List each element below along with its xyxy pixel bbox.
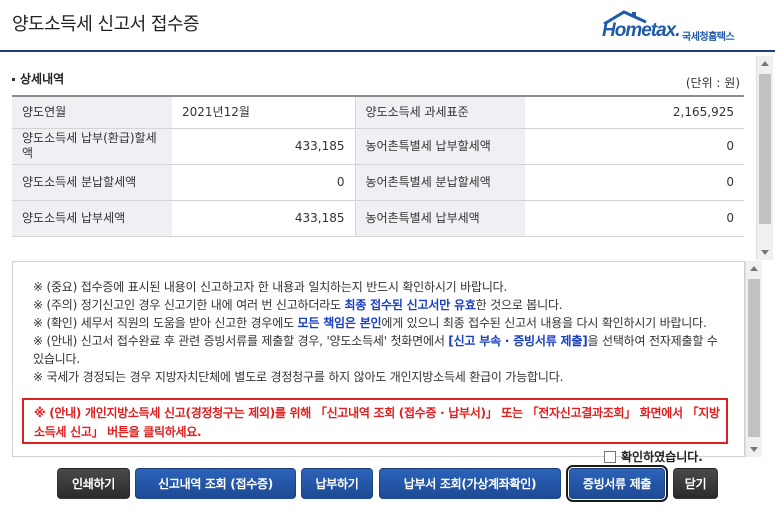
confirm-label: 확인하였습니다.	[621, 450, 703, 464]
row-value: 2,165,925	[525, 95, 744, 129]
scroll-up-icon[interactable]	[761, 61, 769, 66]
notice-item: ※ (안내) 신고서 접수완료 후 관련 증빙서류를 제출할 경우, '양도소득…	[33, 332, 723, 368]
table-row: 양도소득세 납부세액 433,185 농어촌특별세 납부세액 0	[12, 199, 744, 237]
row-label: 양도연월	[12, 95, 172, 129]
notice-item: ※ (중요) 접수증에 표시된 내용이 신고하고자 한 내용과 일치하는지 반드…	[33, 280, 508, 294]
hometax-logo: Hometax. 국세청홈택스	[600, 10, 750, 44]
evidence-submit-button[interactable]: 증빙서류 제출	[566, 465, 668, 502]
row-label: 양도소득세 과세표준	[354, 95, 525, 129]
table-row: 양도연월 2021년12월 양도소득세 과세표준 2,165,925	[12, 95, 744, 129]
scroll-thumb[interactable]	[759, 74, 771, 224]
row-label: 양도소득세 분납할세액	[12, 163, 172, 201]
unit-label: (단위 : 원)	[685, 76, 740, 90]
row-label: 농어촌특별세 납부할세액	[354, 127, 525, 165]
notice-scrollbar[interactable]	[745, 261, 762, 457]
notice-item: ※ (확인) 세무서 직원의 도움을 받아 신고한 경우에도 모든 책임은 본인…	[33, 314, 723, 332]
row-value: 0	[525, 127, 744, 165]
notice-text: ※ (주의) 정기신고인 경우 신고기한 내에 여러 번 신고하더라도	[33, 298, 345, 312]
notice-text: ※ (확인) 세무서 직원의 도움을 받아 신고한 경우에도	[33, 316, 298, 330]
row-value: 0	[525, 199, 744, 237]
detail-table: 양도연월 2021년12월 양도소득세 과세표준 2,165,925 양도소득세…	[12, 95, 744, 237]
row-value: 433,185	[172, 199, 355, 237]
notice-text: ※ (안내) 신고서 접수완료 후 관련 증빙서류를 제출할 경우, '양도소득…	[33, 334, 449, 348]
row-label: 농어촌특별세 분납할세액	[354, 163, 525, 201]
notice-emphasis: 최종 접수된 신고서만 유효	[344, 298, 476, 312]
checkbox-icon[interactable]	[604, 451, 616, 463]
notice-item: ※ 국세가 경정되는 경우 지방자치단체에 별도로 경정청구를 하지 않아도 개…	[33, 370, 564, 384]
detail-scrollbar[interactable]	[756, 56, 773, 260]
section-title: 상세내역	[12, 70, 64, 87]
confirm-checkbox[interactable]: 확인하였습니다.	[604, 448, 703, 465]
scroll-down-icon[interactable]	[761, 250, 769, 255]
scroll-down-icon[interactable]	[750, 447, 758, 452]
row-value: 0	[525, 163, 744, 201]
scroll-up-icon[interactable]	[750, 266, 758, 271]
logo-org: 국세청홈택스	[682, 32, 735, 43]
pay-button[interactable]: 납부하기	[301, 468, 373, 499]
local-tax-notice: ※ (안내) 개인지방소득세 신고(경정청구는 제외)를 위해 「신고내역 조회…	[22, 398, 728, 444]
notice-emphasis: [신고 부속 · 증빙서류 제출]	[448, 334, 588, 348]
header: 양도소득세 신고서 접수증 Hometax. 국세청홈택스	[0, 0, 775, 50]
action-bar: 인쇄하기 신고내역 조회 (접수증) 납부하기 납부서 조회(가상계좌확인) 증…	[0, 465, 775, 502]
bill-button[interactable]: 납부서 조회(가상계좌확인)	[379, 468, 561, 499]
notice-item: ※ (주의) 정기신고인 경우 신고기한 내에 여러 번 신고하더라도 최종 접…	[33, 296, 723, 314]
notice-text: 에게 있으니 최종 접수된 신고서 내용을 다시 확인하시기 바랍니다.	[381, 316, 707, 330]
bullet-icon	[12, 78, 15, 81]
row-label: 양도소득세 납부세액	[12, 199, 172, 237]
row-value: 2021년12월	[172, 95, 355, 129]
print-button[interactable]: 인쇄하기	[57, 468, 130, 499]
page-title: 양도소득세 신고서 접수증	[12, 14, 200, 35]
notice-text: 한 것으로 봅니다.	[475, 298, 563, 312]
table-row: 양도소득세 납부(환급)할세액 433,185 농어촌특별세 납부할세액 0	[12, 127, 744, 165]
history-button[interactable]: 신고내역 조회 (접수증)	[135, 468, 296, 499]
scroll-thumb[interactable]	[748, 279, 760, 437]
close-button[interactable]: 닫기	[673, 468, 718, 499]
row-value: 0	[172, 163, 355, 201]
logo-word: Hometax.	[602, 20, 681, 41]
section-title-text: 상세내역	[20, 72, 65, 86]
row-value: 433,185	[172, 127, 355, 165]
table-row: 양도소득세 분납할세액 0 농어촌특별세 분납할세액 0	[12, 163, 744, 201]
detail-panel: 상세내역 (단위 : 원) 양도연월 2021년12월 양도소득세 과세표준 2…	[0, 56, 756, 260]
notice-emphasis: 모든 책임은 본인	[297, 316, 382, 330]
header-divider	[0, 50, 775, 52]
row-label: 양도소득세 납부(환급)할세액	[12, 127, 172, 165]
notice-list: ※ (중요) 접수증에 표시된 내용이 신고하고자 한 내용과 일치하는지 반드…	[33, 278, 723, 386]
row-label: 농어촌특별세 납부세액	[354, 199, 525, 237]
